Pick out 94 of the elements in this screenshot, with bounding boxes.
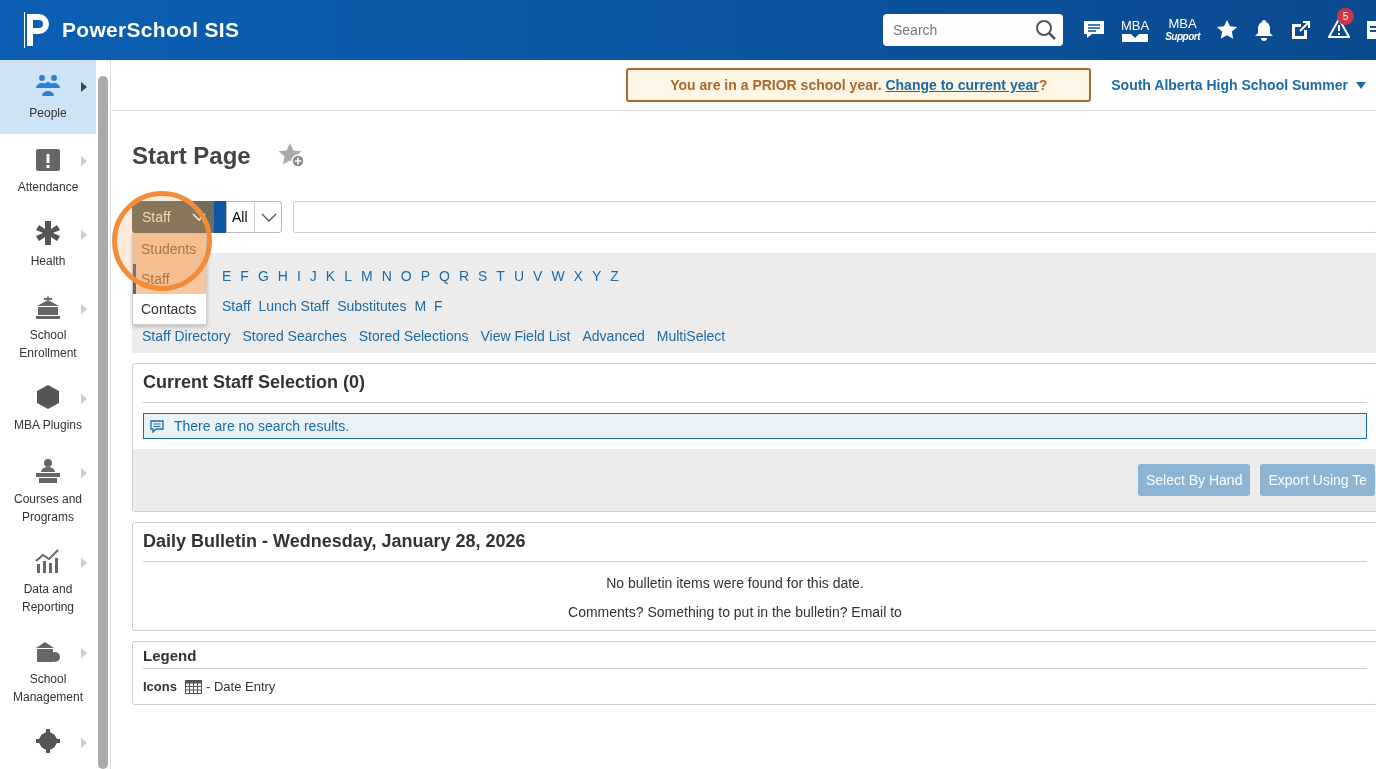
scope-select[interactable]: All <box>226 201 282 233</box>
letter-link[interactable]: G <box>257 268 269 284</box>
info-text: There are no search results. <box>174 418 350 434</box>
people-icon <box>34 72 62 98</box>
letter-link[interactable]: F <box>240 268 249 284</box>
expand-arrow-icon <box>81 394 87 404</box>
sidebar-item[interactable]: MBA Plugins <box>0 372 96 446</box>
search-type-select[interactable]: Staff <box>132 201 226 233</box>
expand-arrow-icon <box>81 648 87 658</box>
chart-icon <box>34 548 62 574</box>
bell-icon[interactable] <box>1254 19 1274 41</box>
tray-icon <box>1122 31 1149 42</box>
scrollbar[interactable] <box>96 60 111 769</box>
letter-link[interactable]: E <box>222 268 232 284</box>
search-tool-link[interactable]: Stored Searches <box>242 328 347 344</box>
add-favorite-icon[interactable] <box>276 142 307 170</box>
letter-link[interactable]: H <box>277 268 288 284</box>
letter-link[interactable]: V <box>533 268 543 284</box>
legend-entry: - Date Entry <box>205 679 276 694</box>
quick-link[interactable]: Staff <box>222 298 251 314</box>
search-tool-link[interactable]: Advanced <box>582 328 645 344</box>
search-field[interactable]: Search <box>883 14 1063 46</box>
page-title: Start Page <box>132 142 251 170</box>
panel-title: Legend <box>143 642 1367 669</box>
letter-link[interactable]: O <box>400 268 412 284</box>
mba-button[interactable]: MBA <box>1121 18 1150 42</box>
expand-arrow-icon <box>81 230 87 240</box>
bulletin-text: No bulletin items were found for this date. <box>605 575 865 591</box>
sidebar-item[interactable]: Courses and Programs <box>0 446 96 536</box>
letter-link[interactable]: J <box>309 268 317 284</box>
calendar-grid-icon <box>184 679 202 694</box>
expand-arrow-icon <box>81 156 87 166</box>
app-title: PowerSchool SIS <box>62 18 240 42</box>
expand-arrow-icon <box>81 82 87 92</box>
sidebar-item[interactable]: Health <box>0 208 96 282</box>
gear-icon <box>34 728 62 754</box>
letter-link[interactable]: M <box>360 268 373 284</box>
letter-link[interactable]: I <box>296 268 301 284</box>
search-icon <box>1035 19 1057 41</box>
message-icon <box>150 419 164 433</box>
caret-icon <box>1356 81 1366 89</box>
sidebar-item[interactable]: People <box>0 60 96 134</box>
notification-badge: 5 <box>1337 8 1354 25</box>
legend-label: Icons <box>143 679 177 694</box>
letter-link[interactable]: Q <box>439 268 450 284</box>
mba-support-button[interactable]: MBA Support <box>1165 17 1200 43</box>
panel-title: Daily Bulletin - Wednesday, January 28, 2026 <box>143 523 1367 562</box>
chevron-icon <box>192 213 206 221</box>
panel-title: Current Staff Selection (0) <box>143 364 1367 403</box>
calendar-icon <box>34 146 62 172</box>
expand-arrow-icon <box>81 304 87 314</box>
search-tool-link[interactable]: View Field List <box>480 328 571 344</box>
change-year-link[interactable]: Change to current year <box>885 77 1039 93</box>
quick-link[interactable]: Substitutes <box>337 298 407 314</box>
search-tool-link[interactable]: Stored Selections <box>358 328 469 344</box>
star-icon[interactable] <box>1216 19 1238 41</box>
quick-link[interactable]: Lunch Staff <box>258 298 330 314</box>
letter-link[interactable]: Y <box>591 268 602 284</box>
sidebar-item[interactable]: School Management <box>0 626 96 716</box>
letter-link[interactable]: P <box>420 268 430 284</box>
external-link-icon[interactable] <box>1290 19 1312 41</box>
sidebar-item[interactable]: School Enrollment <box>0 282 96 372</box>
warning-icon[interactable] <box>1328 18 1350 38</box>
prior-year-notice: You are in a PRIOR school year. Change to current year? <box>626 68 1092 102</box>
building-icon <box>34 294 62 320</box>
letter-link[interactable]: N <box>381 268 392 284</box>
letter-link[interactable]: S <box>478 268 488 284</box>
sidebar-item[interactable]: Attendance <box>0 134 96 208</box>
letter-link[interactable]: L <box>344 268 352 284</box>
quick-link[interactable]: F <box>434 298 443 314</box>
letter-link[interactable]: T <box>496 268 505 284</box>
search-input[interactable] <box>293 201 1376 233</box>
expand-arrow-icon <box>81 558 87 568</box>
person-desk-icon <box>34 458 62 484</box>
search-tool-link[interactable]: Staff Directory <box>142 328 231 344</box>
school-selector[interactable]: South Alberta High School Summer <box>1111 77 1366 93</box>
dropdown-option[interactable]: Contacts <box>133 294 206 324</box>
letter-link[interactable]: U <box>513 268 525 284</box>
search-tool-link[interactable]: MultiSelect <box>656 328 726 344</box>
letter-link[interactable]: K <box>325 268 336 284</box>
letter-link[interactable]: W <box>551 268 565 284</box>
logo-icon <box>24 12 52 48</box>
letter-link[interactable]: Z <box>610 268 619 284</box>
cube-icon <box>34 384 62 410</box>
quick-link[interactable]: M <box>414 298 427 314</box>
message-icon[interactable] <box>1083 20 1105 40</box>
chevron-icon <box>260 212 277 222</box>
bulletin-text: Comments? Something to put in the bulletin? Email to <box>567 604 903 620</box>
letter-link[interactable]: R <box>458 268 469 284</box>
medical-icon <box>34 220 62 246</box>
expand-arrow-icon <box>81 468 87 478</box>
sidebar-item[interactable]: Data and Reporting <box>0 536 96 626</box>
expand-arrow-icon <box>81 738 87 748</box>
letter-link[interactable]: X <box>573 268 583 284</box>
